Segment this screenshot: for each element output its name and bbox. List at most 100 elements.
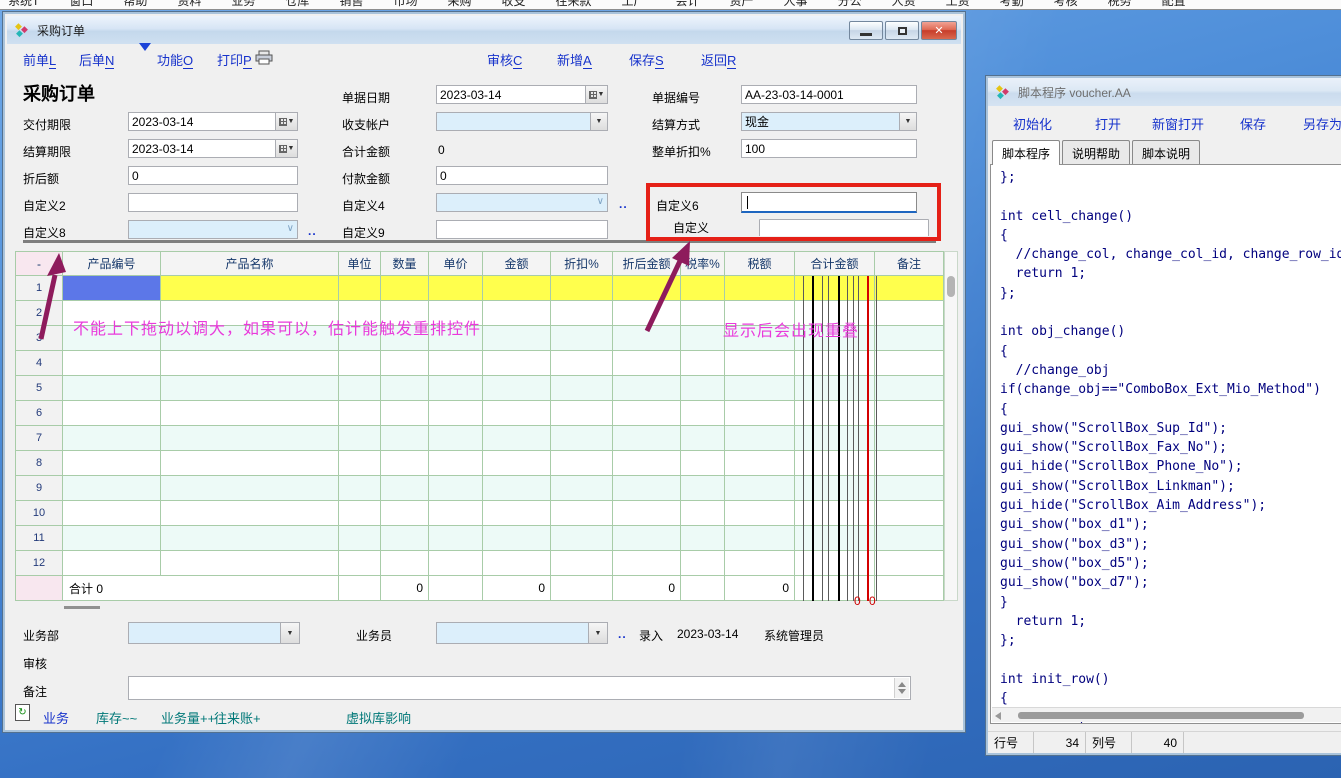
printer-icon[interactable] [255,50,273,70]
audit-button[interactable]: 审核C [487,50,522,69]
grid-cell[interactable] [795,501,875,526]
grid-cell[interactable] [339,451,381,476]
menu-item[interactable]: 资料 [177,0,201,9]
grid-cell[interactable] [725,276,795,301]
menu-item[interactable]: 人事 [784,0,808,9]
bottom-link[interactable]: 虚拟库影响 [346,708,411,727]
row-number[interactable]: 9 [15,476,63,501]
overlapped-custom-input[interactable] [759,219,929,236]
grid-cell[interactable] [161,451,339,476]
grid-cell[interactable] [613,301,681,326]
grid-cell[interactable] [381,526,429,551]
grid-cell[interactable] [725,476,795,501]
grid-cell[interactable] [681,376,725,401]
custom2-input[interactable] [128,193,298,212]
grid-cell[interactable] [681,401,725,426]
grid-cell[interactable] [681,326,725,351]
return-button[interactable]: 返回R [701,50,736,69]
grid-cell[interactable] [795,476,875,501]
row-number[interactable]: 8 [15,451,63,476]
row-number[interactable]: 5 [15,376,63,401]
menu-item[interactable]: 市场 [393,0,417,9]
grid-cell[interactable] [681,426,725,451]
grid-cell[interactable] [613,501,681,526]
grid-cell[interactable] [681,551,725,576]
row-number[interactable]: 7 [15,426,63,451]
menu-item[interactable]: 仓库 [285,0,309,9]
grid-cell[interactable] [429,376,483,401]
custom4-combo[interactable]: ∨ [436,193,608,212]
grid-cell[interactable] [339,501,381,526]
grid-cell[interactable] [551,401,613,426]
grid-cell[interactable] [161,351,339,376]
code-editor[interactable]: }; int cell_change() { //change_col, cha… [990,164,1341,724]
grid-cell[interactable] [795,351,875,376]
row-number[interactable]: 11 [15,526,63,551]
minimize-button[interactable] [849,21,883,40]
menu-item[interactable]: 人资 [892,0,916,9]
grid-cell[interactable] [339,351,381,376]
save-script-button[interactable]: 保存 [1240,114,1266,133]
custom6-input[interactable] [741,192,917,213]
salesman-combo[interactable]: ▼ [436,622,608,644]
grid-cell[interactable] [725,426,795,451]
dept-combo[interactable]: ▼ [128,622,300,644]
dropdown-arrow-icon[interactable]: ▼ [590,113,607,130]
bottom-link[interactable]: 往来账+ [214,708,261,727]
grid-cell[interactable] [875,451,944,476]
grid-cell[interactable] [63,351,161,376]
open-button[interactable]: 打开 [1095,114,1121,133]
grid-cell[interactable] [161,426,339,451]
grid-cell[interactable] [681,526,725,551]
grid-cell[interactable] [725,376,795,401]
splitter-handle[interactable] [64,606,100,609]
grid-cell[interactable] [429,526,483,551]
function-button[interactable]: 功能O [157,50,193,69]
open-new-window-button[interactable]: 新窗打开 [1152,114,1204,133]
bottom-link[interactable]: 库存~~ [96,708,137,727]
grid-cell[interactable] [63,551,161,576]
grid-cell[interactable] [681,451,725,476]
chevron-down-icon[interactable]: ∨ [287,223,294,234]
restore-button[interactable] [885,21,919,40]
dropdown-arrow-icon[interactable]: ▼ [588,623,607,643]
grid-cell[interactable] [613,326,681,351]
grid-cell[interactable] [875,276,944,301]
chevron-down-icon[interactable]: ∨ [597,196,604,207]
new-button[interactable]: 新增A [557,50,592,69]
doc-date-input[interactable]: 2023-03-14 ▼ [436,85,608,104]
grid-cell[interactable] [681,351,725,376]
grid-cell[interactable] [339,401,381,426]
grid-cell[interactable] [161,501,339,526]
grid-cell[interactable] [551,526,613,551]
grid-cell[interactable] [725,401,795,426]
grid-cell[interactable] [551,551,613,576]
grid-cell[interactable] [795,401,875,426]
save-as-button[interactable]: 另存为 [1303,114,1341,133]
grid-cell[interactable] [381,426,429,451]
delivery-date-input[interactable]: 2023-03-14 ▼ [128,112,298,131]
grid-cell[interactable] [483,426,551,451]
grid-cell[interactable] [381,501,429,526]
grid-cell[interactable] [551,426,613,451]
tab-script-program[interactable]: 脚本程序 [992,140,1060,165]
grid-cell[interactable] [681,276,725,301]
menu-item[interactable]: 收支 [501,0,525,9]
row-number[interactable]: 1 [15,276,63,301]
grid-cell[interactable] [161,526,339,551]
grid-cell[interactable] [63,501,161,526]
menu-item[interactable]: 窗口 [69,0,93,9]
grid-cell[interactable] [875,326,944,351]
grid-cell[interactable] [161,551,339,576]
menu-item[interactable]: 帮助 [123,0,147,9]
row-number[interactable]: 4 [15,351,63,376]
doc-no-input[interactable]: AA-23-03-14-0001 [741,85,917,104]
grid-cell[interactable] [875,551,944,576]
grid-cell[interactable] [339,551,381,576]
grid-cell[interactable] [161,376,339,401]
prev-doc-button[interactable]: 前单L [23,50,56,69]
business-doc-icon[interactable]: ↻ [15,704,30,721]
whole-discount-input[interactable]: 100 [741,139,917,158]
bottom-link[interactable]: 业务 [43,708,69,727]
grid-cell[interactable] [381,451,429,476]
